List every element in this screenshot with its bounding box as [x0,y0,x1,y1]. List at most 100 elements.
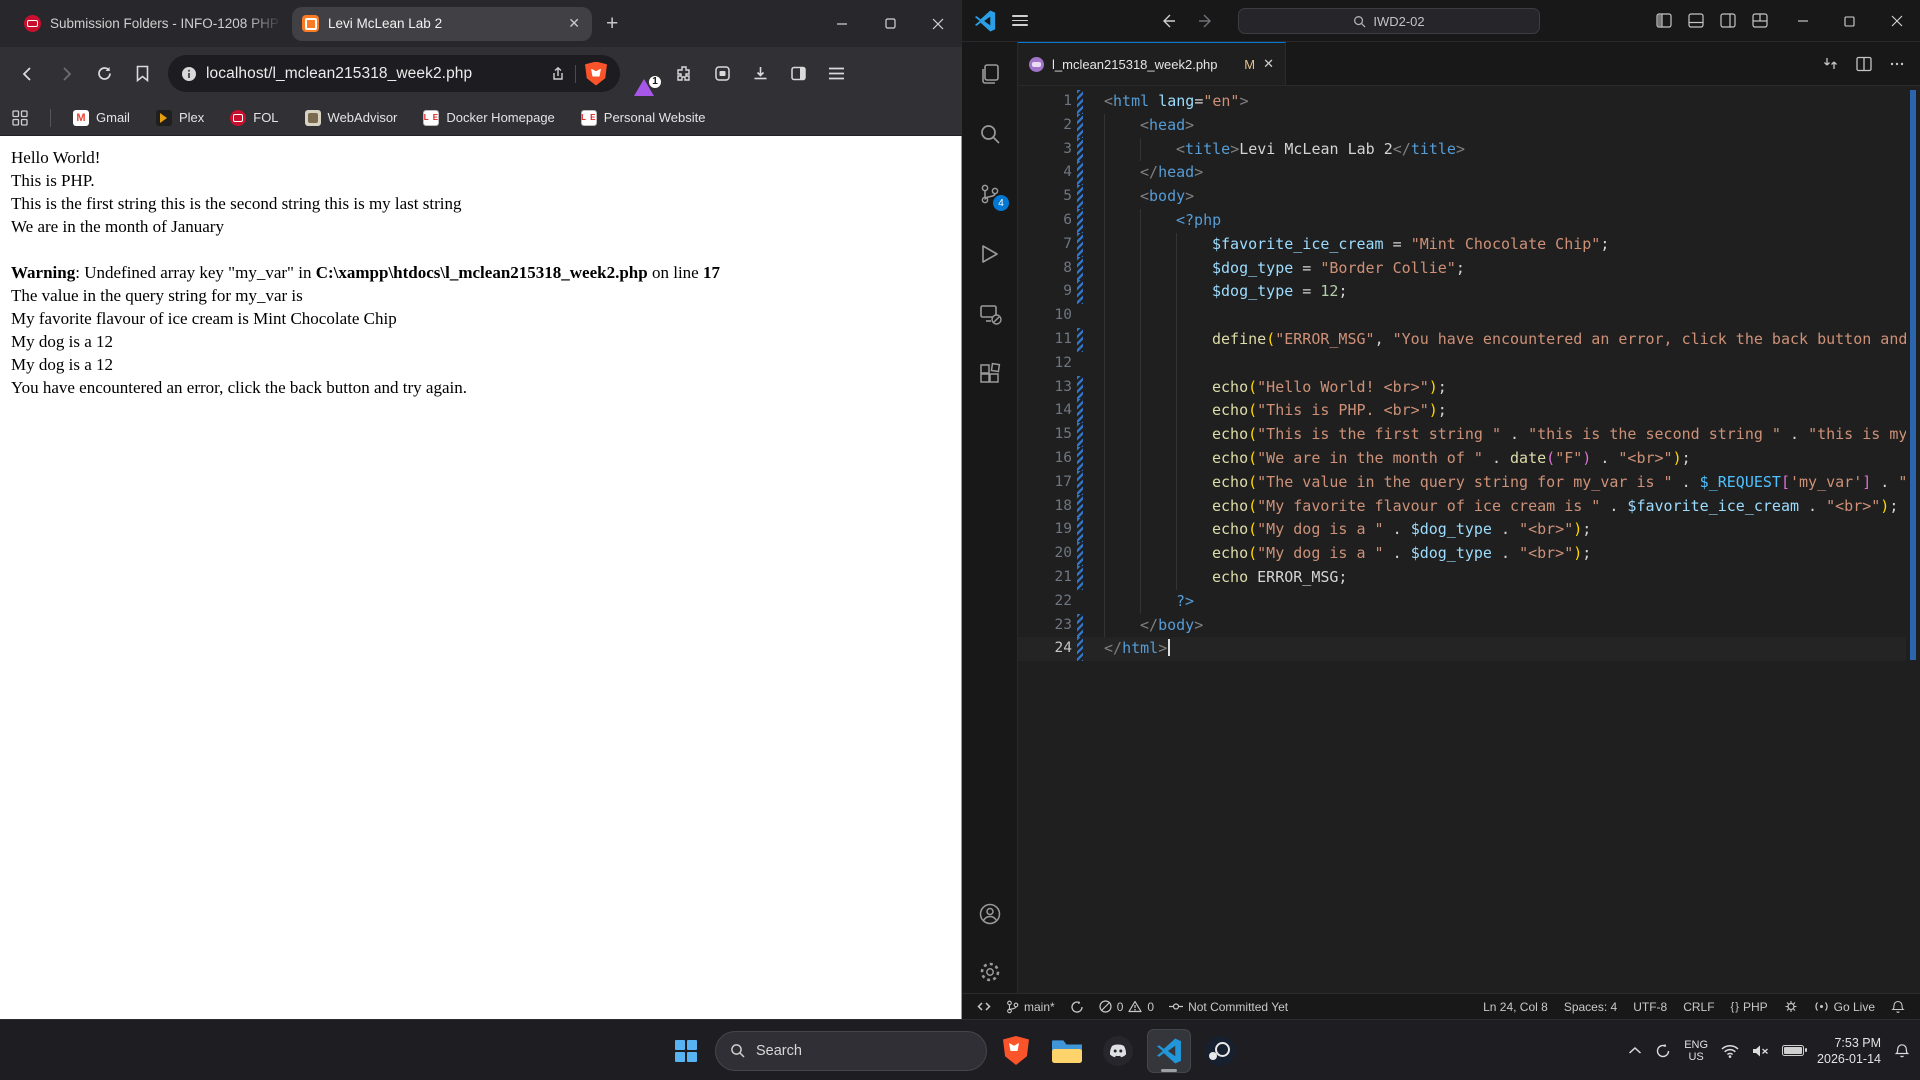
reload-button[interactable] [86,56,122,92]
more-actions-icon[interactable] [1889,56,1905,72]
close-button[interactable] [1873,0,1920,42]
taskbar-discord-icon[interactable] [1096,1029,1140,1073]
bookmark-item[interactable]: Personal Website [581,110,706,126]
tab-close-icon[interactable]: ✕ [1263,56,1274,72]
code-line[interactable]: 15echo("This is the first string " . "th… [1018,423,1920,447]
command-search-box[interactable]: IWD2-02 [1238,8,1540,34]
source-control-icon[interactable]: 4 [978,182,1002,206]
menu-hamburger-icon[interactable] [1012,15,1028,26]
language-indicator[interactable]: ENGUS [1684,1039,1708,1063]
menu-icon[interactable] [818,56,854,92]
commit-status[interactable]: Not Committed Yet [1164,1000,1293,1014]
leo-ai-icon[interactable]: 1 [634,62,658,86]
bookmark-item[interactable]: Gmail [73,110,130,126]
code-line[interactable]: 23</body> [1018,614,1920,638]
taskbar-brave-icon[interactable] [994,1029,1038,1073]
taskbar-explorer-icon[interactable] [1045,1029,1089,1073]
go-back-icon[interactable] [1160,13,1176,29]
start-button[interactable] [664,1029,708,1073]
run-debug-icon[interactable] [978,242,1002,266]
extensions-icon[interactable] [978,362,1002,386]
sync-changes-button[interactable] [1065,1000,1089,1014]
encoding-setting[interactable]: UTF-8 [1628,1000,1672,1014]
code-line[interactable]: 11define("ERROR_MSG", "You have encounte… [1018,328,1920,352]
split-editor-icon[interactable] [1856,56,1872,72]
clock[interactable]: 7:53 PM2026-01-14 [1817,1035,1881,1067]
eol-setting[interactable]: CRLF [1678,1000,1719,1014]
code-line[interactable]: 10 [1018,304,1920,328]
taskbar-vscode-icon[interactable] [1147,1029,1191,1073]
open-changes-icon[interactable] [1822,55,1839,72]
maximize-button[interactable] [1826,0,1873,42]
bookmark-item[interactable]: Plex [156,110,204,126]
taskbar-steam-icon[interactable] [1198,1029,1242,1073]
forward-button[interactable] [48,56,84,92]
downloads-icon[interactable] [742,56,778,92]
back-button[interactable] [10,56,46,92]
url-text[interactable]: localhost/l_mclean215318_week2.php [206,65,541,83]
share-icon[interactable] [550,66,566,82]
cursor-position[interactable]: Ln 24, Col 8 [1478,1000,1553,1014]
code-editor[interactable]: 1<html lang="en">2<head>3<title>Levi McL… [1018,86,1920,993]
code-line[interactable]: 16echo("We are in the month of " . date(… [1018,447,1920,471]
indentation-setting[interactable]: Spaces: 4 [1559,1000,1622,1014]
code-line[interactable]: 18echo("My favorite flavour of ice cream… [1018,495,1920,519]
code-line[interactable]: 19echo("My dog is a " . $dog_type . "<br… [1018,518,1920,542]
code-line[interactable]: 7$favorite_ice_cream = "Mint Chocolate C… [1018,233,1920,257]
site-info-icon[interactable] [181,66,197,82]
maximize-button[interactable] [866,0,914,47]
customize-layout-icon[interactable] [1752,13,1768,28]
code-line[interactable]: 17echo("The value in the query string fo… [1018,471,1920,495]
remote-explorer-icon[interactable] [978,302,1002,326]
minimize-button[interactable] [1779,0,1826,42]
tray-notifications-bell-icon[interactable] [1894,1043,1910,1059]
close-button[interactable] [914,0,962,47]
problems-indicator[interactable]: 0 0 [1094,1000,1159,1014]
php-tools-icon[interactable] [1779,1000,1803,1013]
settings-gear-icon[interactable] [978,960,1002,984]
code-line[interactable]: 4</head> [1018,161,1920,185]
apps-grid-icon[interactable] [12,110,28,126]
code-line[interactable]: 14echo("This is PHP. <br>"); [1018,399,1920,423]
code-line[interactable]: 9$dog_type = 12; [1018,280,1920,304]
code-line[interactable]: 5<body> [1018,185,1920,209]
code-line[interactable]: 12 [1018,352,1920,376]
extensions-puzzle-icon[interactable] [666,56,702,92]
editor-tab-active[interactable]: l_mclean215318_week2.php M ✕ [1018,42,1286,85]
browser-tab-inactive[interactable]: Submission Folders - INFO-1208 PHP [14,7,292,41]
address-bar[interactable]: localhost/l_mclean215318_week2.php [168,55,620,92]
tray-chevron-up-icon[interactable] [1628,1046,1642,1055]
code-line[interactable]: 6<?php [1018,209,1920,233]
git-branch-status[interactable]: main* [1001,1000,1060,1014]
remote-indicator[interactable] [972,1000,996,1013]
battery-icon[interactable] [1782,1045,1804,1056]
code-line[interactable]: 1<html lang="en"> [1018,90,1920,114]
code-line[interactable]: 22?> [1018,590,1920,614]
search-icon[interactable] [978,122,1002,146]
bookmark-item[interactable]: WebAdvisor [305,110,398,126]
code-line[interactable]: 24</html> [1018,637,1920,661]
overview-ruler[interactable] [1906,86,1920,993]
toggle-secondary-sidebar-icon[interactable] [1720,13,1736,28]
account-icon[interactable] [978,902,1002,926]
volume-muted-icon[interactable] [1752,1044,1769,1058]
code-line[interactable]: 8$dog_type = "Border Collie"; [1018,257,1920,281]
toggle-panel-icon[interactable] [1688,13,1704,28]
bookmark-item[interactable]: Docker Homepage [423,110,554,126]
code-line[interactable]: 20echo("My dog is a " . $dog_type . "<br… [1018,542,1920,566]
toggle-sidebar-icon[interactable] [1656,13,1672,28]
wifi-icon[interactable] [1721,1044,1739,1058]
bookmark-item[interactable]: FOL [230,110,278,126]
bookmark-icon[interactable] [124,56,160,92]
notifications-bell-icon[interactable] [1886,1000,1910,1014]
code-line[interactable]: 2<head> [1018,114,1920,138]
code-line[interactable]: 13echo("Hello World! <br>"); [1018,376,1920,400]
go-forward-icon[interactable] [1198,13,1214,29]
sidebar-toggle-icon[interactable] [780,56,816,92]
tray-sync-icon[interactable] [1655,1043,1671,1059]
tab-close-icon[interactable]: ✕ [566,15,582,32]
brave-shield-icon[interactable] [585,62,607,86]
go-live-button[interactable]: Go Live [1809,1000,1880,1014]
browser-tab-active[interactable]: Levi McLean Lab 2 ✕ [292,7,592,41]
code-line[interactable]: 21echo ERROR_MSG; [1018,566,1920,590]
